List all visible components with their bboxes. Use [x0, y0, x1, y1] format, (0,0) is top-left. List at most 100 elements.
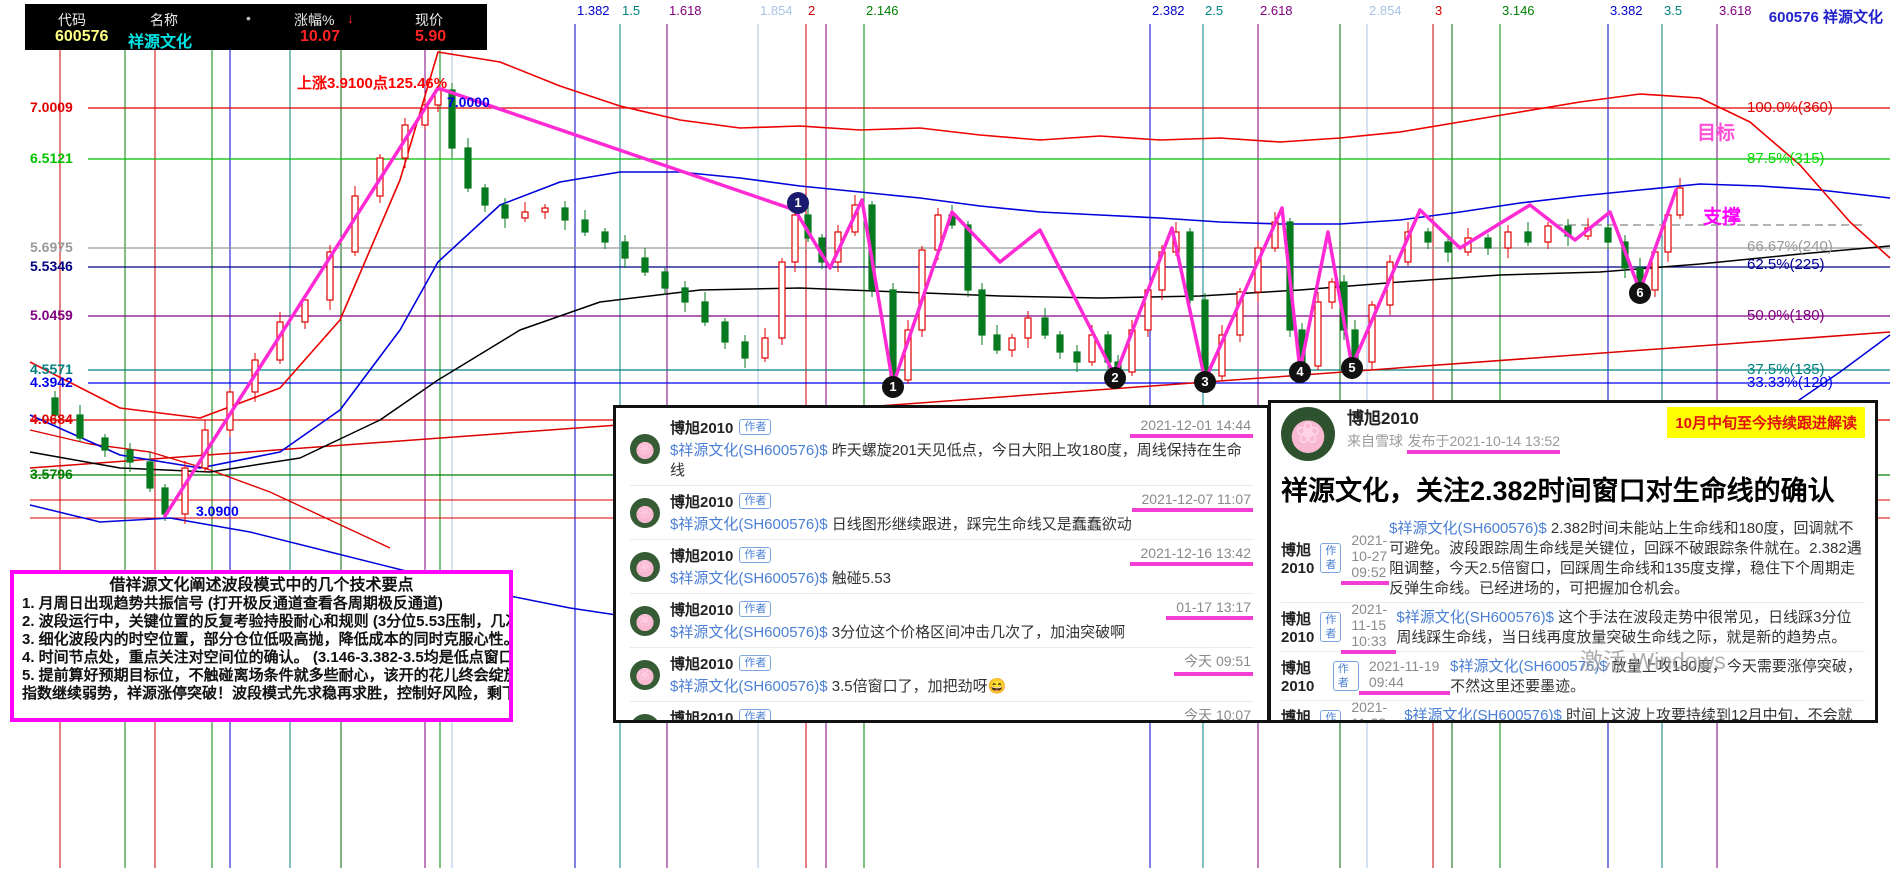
fib-retracement-label: 100.0%(360) [1747, 99, 1833, 116]
post-author[interactable]: 博旭2010 [670, 707, 733, 724]
author-badge: 作者 [739, 419, 771, 435]
post-author[interactable]: 博旭2010 [1281, 657, 1327, 695]
time-axis-tick: 2.5 [1205, 3, 1223, 18]
article-header: ❀ 博旭2010 来自雪球 发布于2021-10-14 13:52 10月中旬至… [1281, 407, 1865, 461]
author-badge: 作者 [739, 601, 771, 617]
comments-panel: ❀ 博旭2010 作者 2021-12-01 14:44 $祥源文化(SH600576)… [613, 405, 1270, 723]
post-item[interactable]: ❀博旭2010作者今天 10:07$祥源文化(SH600576)$ 涨停 3.5… [630, 701, 1253, 723]
price-axis-tick: 3.5796 [30, 466, 73, 482]
time-axis-tick: 2.854 [1369, 3, 1402, 18]
stock-link[interactable]: $祥源文化(SH600576)$ [1404, 707, 1566, 723]
note-line: 5. 提前算好预期目标位，不触碰离场条件就多些耐心，该开的花儿终会绽放。 [22, 667, 501, 685]
stock-change: 10.07 [300, 28, 340, 46]
post-author[interactable]: 博旭2010 [670, 653, 733, 674]
post-author[interactable]: 博旭2010 [670, 491, 733, 512]
post-content: $祥源文化(SH600576)$ 2.382时间未能站上生命线和180度，回调就… [1389, 519, 1865, 599]
wave-notes-box: 借祥源文化阐述波段模式中的几个技术要点 1. 月周日出现趋势共振信号 (打开极反… [10, 570, 513, 722]
note-line: 指数继续弱势，祥源涨停突破！波段模式先求稳再求胜，控制好风险，剩下的即是利润。对… [22, 685, 501, 703]
time-axis-tick: 1.382 [577, 3, 610, 18]
post-author[interactable]: 博旭2010 [670, 545, 733, 566]
stock-link[interactable]: $祥源文化(SH600576)$ [670, 442, 832, 459]
stock-link[interactable]: $祥源文化(SH600576)$ [670, 516, 832, 533]
stock-link[interactable]: $祥源文化(SH600576)$ [670, 678, 832, 695]
avatar[interactable]: ❀ [630, 714, 660, 723]
post-content: $祥源文化(SH600576)$ 3分位这个价格区间冲击几次了，加油突破啊 [670, 623, 1253, 643]
post-item[interactable]: ❀ 博旭2010 作者 2021-12-01 14:44 $祥源文化(SH600576)… [630, 412, 1253, 485]
post-author[interactable]: 博旭2010 [670, 599, 733, 620]
post-item[interactable]: 博旭2010作者2021-11-15 10:33$祥源文化(SH600576)$… [1281, 602, 1865, 651]
note-line: 3. 细化波段内的时空位置，部分仓位低吸高抛，降低成本的同时克服心性。 (每一个… [22, 631, 501, 649]
author-badge: 作者 [1320, 710, 1341, 723]
stock-link[interactable]: $祥源文化(SH600576)$ [1389, 520, 1551, 537]
trading-app-window: 代码 名称 • 涨幅% ↓ 现价 600576 祥源文化 10.07 5.90 … [0, 0, 1891, 872]
notes-lines: 1. 月周日出现趋势共振信号 (打开极反通道查看各周期极反通道)2. 波段运行中… [22, 595, 501, 703]
note-line: 1. 月周日出现趋势共振信号 (打开极反通道查看各周期极反通道) [22, 595, 501, 613]
windows-activation-watermark: 激活 Windows [1580, 642, 1726, 676]
price-axis-tick: 4.3942 [30, 374, 73, 390]
stock-name[interactable]: 祥源文化 [128, 28, 192, 52]
fib-retracement-label: 66.67%(240) [1747, 238, 1833, 255]
article-panel: ❀ 博旭2010 来自雪球 发布于2021-10-14 13:52 10月中旬至… [1268, 400, 1878, 723]
quote-col-dot: • [246, 10, 251, 26]
notes-title: 借祥源文化阐述波段模式中的几个技术要点 [22, 576, 501, 595]
post-content: $祥源文化(SH600576)$ 3.5倍窗口了，加把劲呀😄 [670, 677, 1253, 697]
fib-retracement-label: 62.5%(225) [1747, 256, 1825, 273]
time-axis-tick: 3 [1435, 3, 1442, 18]
avatar[interactable]: ❀ [630, 552, 660, 582]
avatar[interactable]: ❀ [1281, 407, 1335, 461]
post-date: 2021-12-01 14:44 [1130, 417, 1253, 438]
post-author[interactable]: 博旭2010 [1281, 539, 1314, 577]
post-content: $祥源文化(SH600576)$ 日线图形继续跟进，踩完生命线又是蠢蠢欲动 [670, 515, 1253, 535]
post-content: $祥源文化(SH600576)$ 时间上这波上攻要持续到12月中旬，不会就这么结… [1404, 706, 1865, 723]
avatar[interactable]: ❀ [630, 498, 660, 528]
post-author[interactable]: 博旭2010 [1281, 706, 1314, 723]
post-item[interactable]: 博旭2010 作者2021-11-23 14:41$祥源文化(SH600576)$… [1281, 700, 1865, 723]
post-content: $祥源文化(SH600576)$ 昨天螺旋201天见低点，今日大阳上攻180度，… [670, 441, 1253, 481]
source-label: 来自雪球 [1347, 433, 1403, 449]
wave-marker-1: 1 [882, 376, 904, 398]
author-badge: 作者 [1333, 661, 1359, 691]
avatar[interactable]: ❀ [630, 606, 660, 636]
sort-arrow-icon: ↓ [347, 10, 354, 26]
post-item[interactable]: 博旭2010作者2021-11-19 09:44$祥源文化(SH600576)$… [1281, 651, 1865, 700]
fib-retracement-label: 33.33%(120) [1747, 374, 1833, 391]
avatar[interactable]: ❀ [630, 434, 660, 464]
post-date: 2021-12-16 13:42 [1130, 545, 1253, 566]
post-author[interactable]: 博旭2010 [1281, 608, 1314, 646]
post-date: 2021-11-23 14:41 [1341, 699, 1404, 724]
highlight-note: 10月中旬至今持续跟进解读 [1667, 407, 1865, 438]
post-item[interactable]: ❀ 博旭2010 作者 01-17 13:17 $祥源文化(SH600576)$ 3分位… [630, 593, 1253, 647]
post-date: 2021-10-27 09:52 [1341, 532, 1389, 585]
price-axis-tick: 7.0009 [30, 99, 73, 115]
post-item[interactable]: ❀博旭2010作者2021-12-07 11:07$祥源文化(SH600576)… [630, 485, 1253, 539]
price-axis-tick: 5.5346 [30, 258, 73, 274]
stock-link[interactable]: $祥源文化(SH600576)$ [1396, 609, 1558, 626]
rise-annotation: 上涨3.9100点125.46% [297, 72, 447, 93]
stock-link[interactable]: $祥源文化(SH600576)$ [670, 624, 832, 641]
time-axis-tick: 3.382 [1610, 3, 1643, 18]
post-item[interactable]: ❀博旭2010作者今天 09:51$祥源文化(SH600576)$ 3.5倍窗口… [630, 647, 1253, 701]
post-item[interactable]: ❀博旭2010作者2021-12-16 13:42$祥源文化(SH600576)… [630, 539, 1253, 593]
post-date: 今天 09:51 [1174, 651, 1253, 676]
article-title[interactable]: 祥源文化，关注2.382时间窗口对生命线的确认 [1281, 469, 1865, 508]
post-author[interactable]: 博旭2010 [670, 417, 733, 438]
author-badge: 作者 [739, 709, 771, 723]
author-name[interactable]: 博旭2010 [1347, 407, 1560, 431]
quote-col-code: 代码 [58, 10, 86, 30]
publish-date: 发布于2021-10-14 13:52 [1407, 433, 1560, 454]
stock-code[interactable]: 600576 [55, 28, 108, 46]
post-content: $祥源文化(SH600576)$ 触碰5.53 [670, 569, 1253, 589]
time-axis-tick: 2.618 [1260, 3, 1293, 18]
stock-price: 5.90 [415, 28, 446, 46]
fib-retracement-label: 50.0%(180) [1747, 307, 1825, 324]
note-line: 4. 时间节点处，重点关注对空间位的确认。 (3.146-3.382-3.5均是… [22, 649, 501, 667]
chart-symbol-label: 600576 祥源文化 [1769, 6, 1883, 27]
price-axis-tick: 6.5121 [30, 150, 73, 166]
post-date: 01-17 13:17 [1166, 599, 1253, 620]
post-item[interactable]: 博旭2010作者2021-10-27 09:52$祥源文化(SH600576)$… [1281, 514, 1865, 602]
stock-link[interactable]: $祥源文化(SH600576)$ [670, 570, 832, 587]
quote-col-price[interactable]: 现价 [415, 10, 443, 30]
author-badge: 作者 [1320, 543, 1341, 573]
avatar[interactable]: ❀ [630, 660, 660, 690]
quote-col-change[interactable]: 涨幅% [294, 10, 334, 30]
